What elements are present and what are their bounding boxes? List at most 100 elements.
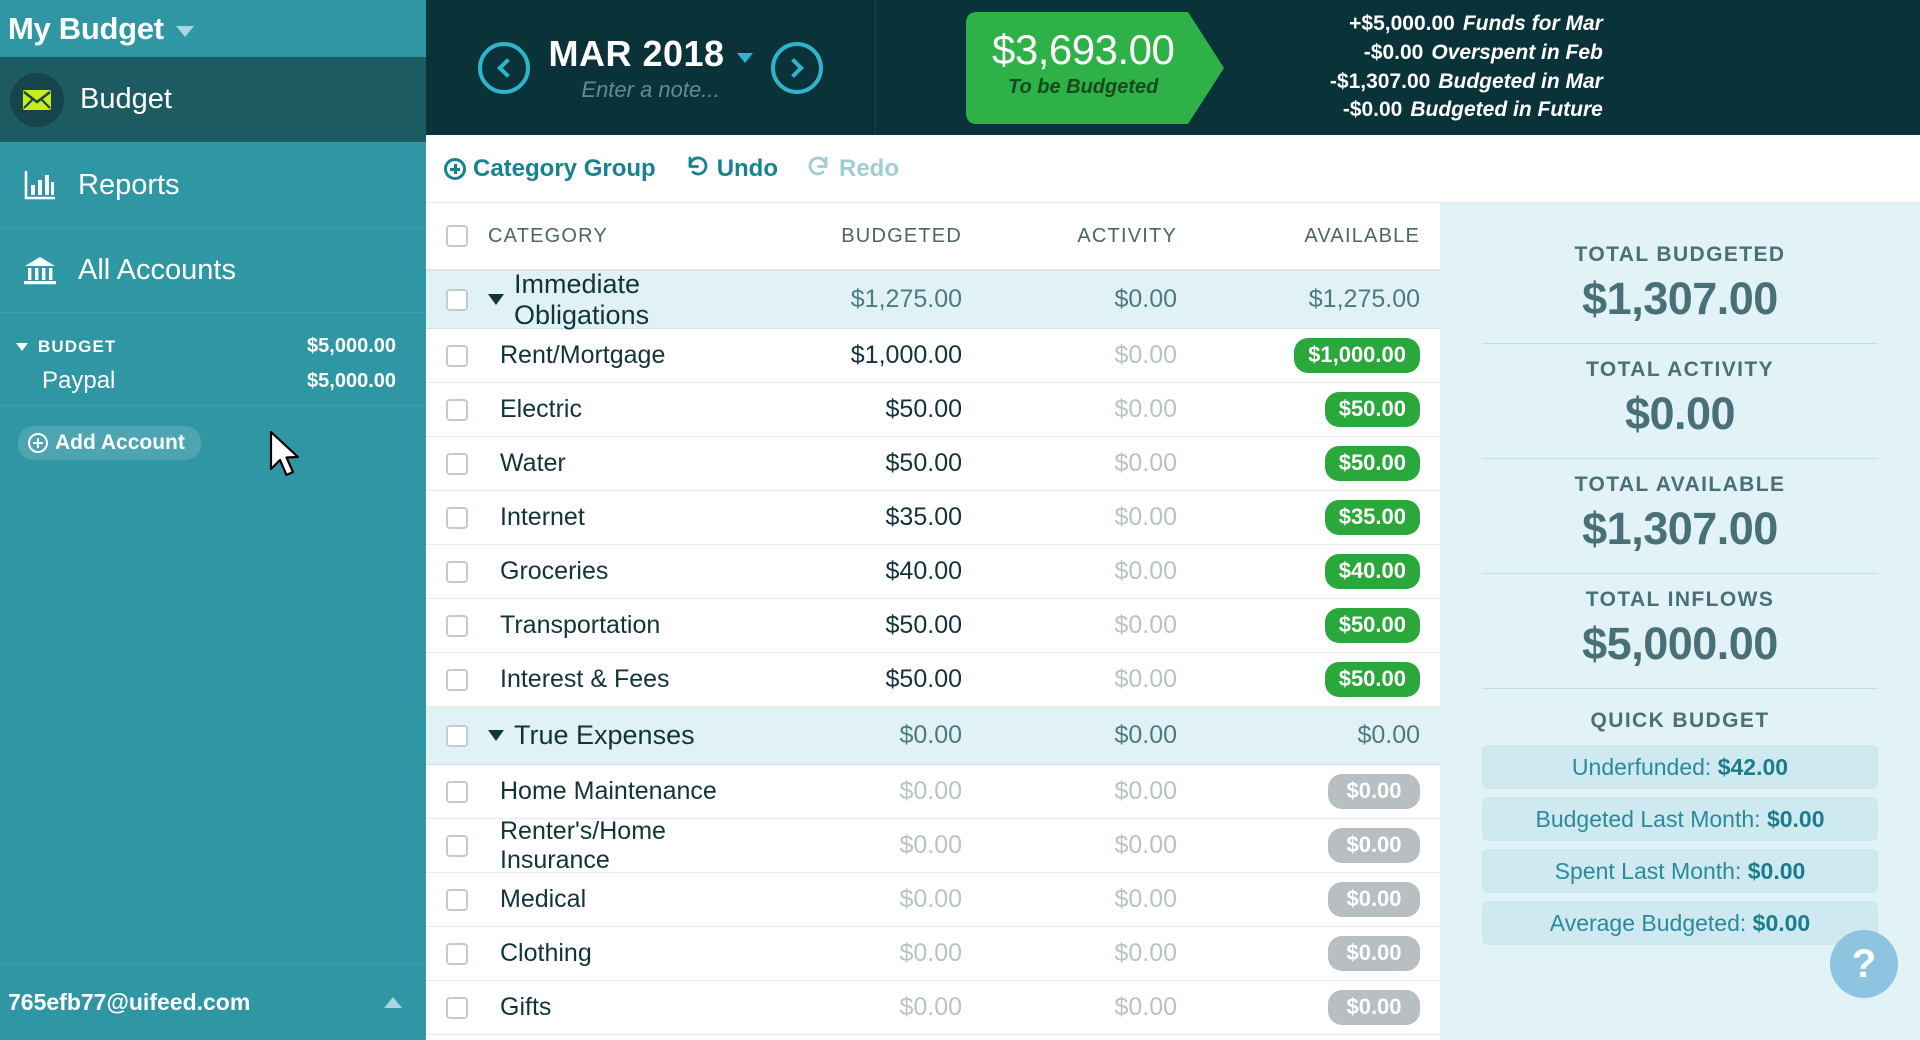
help-button[interactable]: ? xyxy=(1830,930,1898,998)
available-cell[interactable]: $50.00 xyxy=(1195,662,1440,697)
budgeted-cell[interactable]: $40.00 xyxy=(755,557,980,586)
available-cell[interactable]: $40.00 xyxy=(1195,554,1440,589)
row-checkbox[interactable] xyxy=(446,668,468,691)
activity-cell[interactable]: $0.00 xyxy=(980,449,1195,478)
activity-cell[interactable]: $0.00 xyxy=(980,777,1195,806)
budgeted-cell[interactable]: $50.00 xyxy=(755,395,980,424)
category-row[interactable]: Transportation $50.00 $0.00 $50.00 xyxy=(426,599,1440,653)
available-cell[interactable]: $0.00 xyxy=(1195,882,1440,917)
next-month-button[interactable] xyxy=(770,41,823,94)
account-item-paypal[interactable]: Paypal $5,000.00 xyxy=(0,364,426,405)
budgeted-cell[interactable]: $0.00 xyxy=(755,939,980,968)
category-row[interactable]: Medical $0.00 $0.00 $0.00 xyxy=(426,873,1440,927)
redo-button[interactable]: Redo xyxy=(806,153,899,184)
row-checkbox[interactable] xyxy=(446,724,468,747)
collapse-caret-icon[interactable] xyxy=(488,294,504,305)
category-group-row[interactable]: True Expenses $0.00 $0.00 $0.00 xyxy=(426,707,1440,765)
budgeted-cell[interactable]: $0.00 xyxy=(755,993,980,1022)
row-checkbox[interactable] xyxy=(446,888,468,911)
activity-cell[interactable]: $0.00 xyxy=(980,831,1195,860)
available-cell[interactable]: $35.00 xyxy=(1195,500,1440,535)
activity-cell[interactable]: $0.00 xyxy=(980,885,1195,914)
quick-budget-button[interactable]: Spent Last Month: $0.00 xyxy=(1482,849,1878,893)
activity-cell[interactable]: $0.00 xyxy=(980,665,1195,694)
category-row[interactable]: Internet $35.00 $0.00 $35.00 xyxy=(426,491,1440,545)
to-be-budgeted-banner[interactable]: $3,693.00 To be Budgeted xyxy=(966,11,1225,124)
activity-cell[interactable]: $0.00 xyxy=(980,721,1195,750)
quick-budget-button[interactable]: Average Budgeted: $0.00 xyxy=(1482,901,1878,945)
budgeted-cell[interactable]: $1,000.00 xyxy=(755,341,980,370)
activity-cell[interactable]: $0.00 xyxy=(980,611,1195,640)
activity-cell[interactable]: $0.00 xyxy=(980,285,1195,314)
category-row[interactable]: Home Maintenance $0.00 $0.00 $0.00 xyxy=(426,765,1440,819)
category-row[interactable]: Rent/Mortgage $1,000.00 $0.00 $1,000.00 xyxy=(426,329,1440,383)
category-row[interactable]: Gifts $0.00 $0.00 $0.00 xyxy=(426,981,1440,1035)
category-row[interactable]: Electric $50.00 $0.00 $50.00 xyxy=(426,383,1440,437)
category-row[interactable]: Renter's/Home Insurance $0.00 $0.00 $0.00 xyxy=(426,817,1440,874)
quick-budget-button[interactable]: Underfunded: $42.00 xyxy=(1482,745,1878,789)
budgeted-cell[interactable]: $0.00 xyxy=(755,885,980,914)
budgeted-cell[interactable]: $35.00 xyxy=(755,503,980,532)
budgeted-cell[interactable]: $50.00 xyxy=(755,611,980,640)
row-checkbox[interactable] xyxy=(446,452,468,475)
row-checkbox[interactable] xyxy=(446,506,468,529)
activity-cell[interactable]: $0.00 xyxy=(980,993,1195,1022)
row-checkbox[interactable] xyxy=(446,780,468,803)
row-checkbox[interactable] xyxy=(446,834,468,857)
activity-cell[interactable]: $0.00 xyxy=(980,503,1195,532)
row-checkbox[interactable] xyxy=(446,996,468,1019)
month-note-input[interactable]: Enter a note... xyxy=(548,77,752,103)
available-cell[interactable]: $0.00 xyxy=(1195,936,1440,971)
category-name-cell: True Expenses xyxy=(488,720,755,751)
budgeted-cell[interactable]: $0.00 xyxy=(755,831,980,860)
category-row[interactable]: Groceries $40.00 $0.00 $40.00 xyxy=(426,545,1440,599)
activity-cell[interactable]: $0.00 xyxy=(980,395,1195,424)
previous-month-button[interactable] xyxy=(478,41,531,94)
undo-button[interactable]: Undo xyxy=(684,153,778,184)
available-cell[interactable]: $50.00 xyxy=(1195,392,1440,427)
available-cell[interactable]: $1,275.00 xyxy=(1195,285,1440,314)
add-category-group-button[interactable]: Category Group xyxy=(444,155,656,183)
available-cell[interactable]: $50.00 xyxy=(1195,608,1440,643)
row-checkbox[interactable] xyxy=(446,942,468,965)
select-all-checkbox[interactable] xyxy=(446,225,468,247)
sidebar-item-budget[interactable]: Budget xyxy=(0,57,426,142)
sidebar-item-reports[interactable]: Reports xyxy=(0,142,426,227)
row-checkbox[interactable] xyxy=(446,288,468,311)
available-cell[interactable]: $0.00 xyxy=(1195,721,1440,750)
add-account-button[interactable]: Add Account xyxy=(18,426,201,460)
category-row[interactable]: Clothing $0.00 $0.00 $0.00 xyxy=(426,927,1440,981)
budgeted-cell[interactable]: $1,275.00 xyxy=(755,285,980,314)
budgeted-cell[interactable]: $0.00 xyxy=(755,777,980,806)
activity-cell[interactable]: $0.00 xyxy=(980,341,1195,370)
row-checkbox[interactable] xyxy=(446,614,468,637)
sidebar-item-all-accounts[interactable]: All Accounts xyxy=(0,227,426,312)
user-account-bar[interactable]: 765efb77@uifeed.com xyxy=(0,964,426,1040)
available-cell[interactable]: $0.00 xyxy=(1195,828,1440,863)
quick-budget-button[interactable]: Budgeted Last Month: $0.00 xyxy=(1482,797,1878,841)
category-row[interactable]: Interest & Fees $50.00 $0.00 $50.00 xyxy=(426,653,1440,707)
available-cell[interactable]: $50.00 xyxy=(1195,446,1440,481)
collapse-caret-icon[interactable] xyxy=(488,730,504,741)
activity-cell[interactable]: $0.00 xyxy=(980,557,1195,586)
activity-value: $0.00 xyxy=(1114,665,1177,693)
available-cell[interactable]: $0.00 xyxy=(1195,990,1440,1025)
available-cell[interactable]: $1,000.00 xyxy=(1195,338,1440,373)
chevron-down-icon[interactable] xyxy=(175,26,194,37)
budgeted-cell[interactable]: $50.00 xyxy=(755,449,980,478)
chevron-up-icon[interactable] xyxy=(384,997,402,1008)
budget-switcher[interactable]: My Budget xyxy=(0,0,426,57)
budgeted-cell[interactable]: $50.00 xyxy=(755,665,980,694)
row-checkbox[interactable] xyxy=(446,560,468,583)
row-checkbox[interactable] xyxy=(446,398,468,421)
budgeted-cell[interactable]: $0.00 xyxy=(755,721,980,750)
chevron-down-icon[interactable] xyxy=(736,52,753,63)
activity-cell[interactable]: $0.00 xyxy=(980,939,1195,968)
account-group-budget[interactable]: BUDGET $5,000.00 xyxy=(0,329,426,364)
current-month-label[interactable]: MAR 2018 xyxy=(548,33,724,75)
row-checkbox[interactable] xyxy=(446,344,468,367)
category-group-row[interactable]: Immediate Obligations $1,275.00 $0.00 $1,27… xyxy=(426,269,1440,330)
available-cell[interactable]: $0.00 xyxy=(1195,774,1440,809)
caret-down-icon[interactable] xyxy=(16,342,28,351)
category-row[interactable]: Water $50.00 $0.00 $50.00 xyxy=(426,437,1440,491)
